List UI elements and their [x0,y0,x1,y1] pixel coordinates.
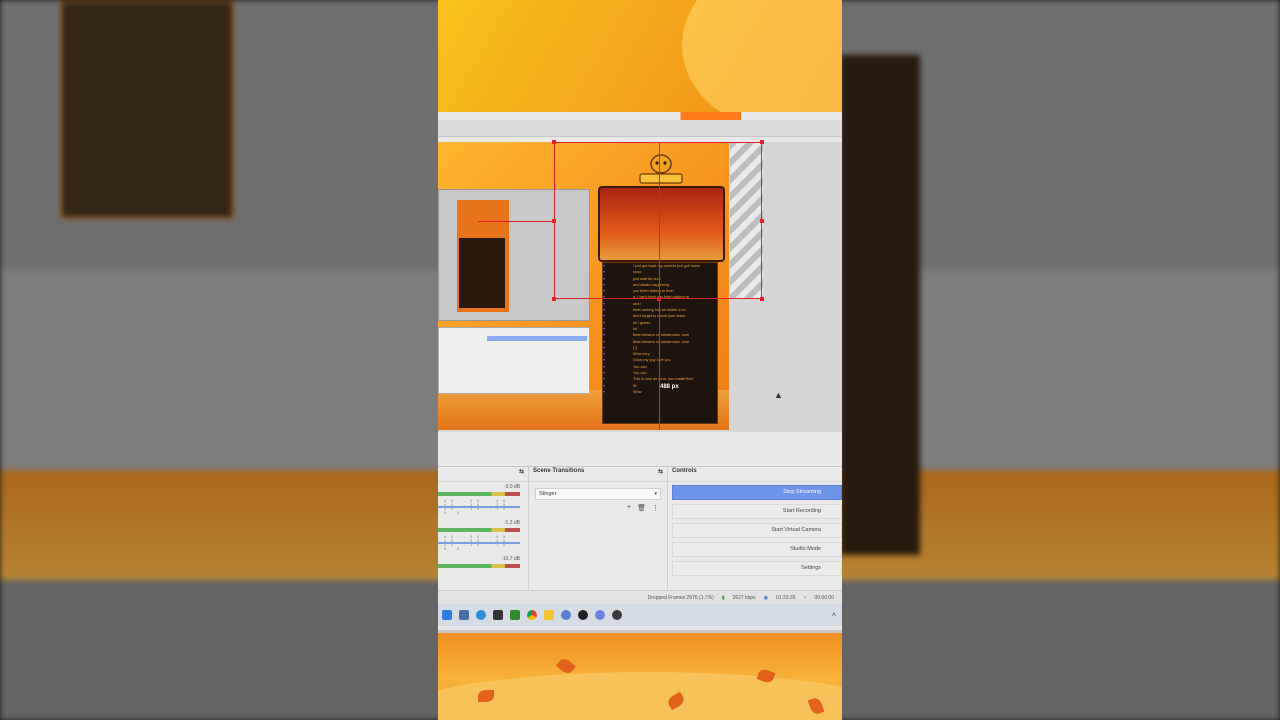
stream-time: 01:23:36 [776,594,796,601]
start-recording-button[interactable]: Start Recording [672,504,842,519]
scene-transitions-header: Scene Transitions ⇆ [529,467,667,482]
obs-window: ♥ I just got back my parents just got ho… [438,120,842,630]
selection-guide-vertical [659,142,660,430]
resize-handle[interactable] [657,297,661,301]
scene-transitions-dock: Scene Transitions ⇆ Stinger ▾ + 🗑 ⋮ [529,467,668,591]
overlay-hill [438,672,842,720]
store-icon[interactable] [493,610,503,620]
resize-handle[interactable] [760,219,764,223]
resize-handle[interactable] [760,140,764,144]
leaf-decoration [478,690,494,702]
media-player-icon[interactable] [612,610,622,620]
status-bar: Dropped Frames 2576 (1.7%) ▮ 2627 kbps ◉… [438,590,842,604]
stream-icon: ◉ [763,594,769,601]
signal-icon: ▮ [721,594,725,601]
background-chat-panel [60,0,234,219]
settings-button[interactable]: Settings [672,561,842,576]
file-explorer-icon[interactable] [459,610,469,620]
audio-mixer-title: ⇆ [438,467,528,482]
taskbar: ˄ [438,604,842,626]
obs-icon[interactable] [578,610,588,620]
dock-menu-icon[interactable]: ⇆ [658,468,663,481]
chat-message: This is cool as heck, you made this? [633,377,694,382]
resize-handle[interactable] [552,219,556,223]
more-options-icon[interactable]: ⋮ [652,504,659,512]
nested-chat [459,238,505,308]
controls-title: Controls [672,468,697,474]
scene-transitions-title: Scene Transitions [533,468,585,474]
trash-icon[interactable]: 🗑 [637,504,646,512]
audio-mixer-dock: ⇆ 0.0 dB -60 -55 -45 -40 -35 -25 -20 -15… [438,467,529,591]
background-chat-panel-right [840,55,920,555]
obs-title-strip [438,120,842,137]
nested-highlight [487,336,587,341]
volume-slider[interactable] [438,506,520,508]
selection-guide-horizontal [478,221,554,222]
start-virtual-camera-button[interactable]: Start Virtual Camera [672,523,842,538]
mixer-db-value: -1.3 dB [503,520,520,526]
obs-preview[interactable]: ♥ I just got back my parents just got ho… [438,140,842,432]
chevron-down-icon: ▾ [654,491,657,497]
overlay-bottom-artwork [438,630,842,720]
chevron-up-icon[interactable]: ˄ [832,612,836,619]
mixer-db-value: -10.7 dB [501,556,520,562]
settings-icon[interactable] [561,610,571,620]
windows-icon[interactable] [442,610,452,620]
volume-meter [438,528,520,532]
dock-menu-icon[interactable]: ⇆ [519,468,524,481]
resize-handle[interactable] [552,297,556,301]
chat-username: ♥ [603,389,606,394]
mixer-channel: -1.3 dB -60 -55 -45 -40 -35 -25 -20 -15 … [438,518,528,554]
controls-dock: Controls Stop Streaming Start Recording … [668,467,842,591]
overlay-top-strip [438,112,842,120]
edge-icon[interactable] [476,610,486,620]
record-icon: ○ [803,594,807,601]
transition-tools: + 🗑 ⋮ [529,504,659,512]
stop-streaming-button[interactable]: Stop Streaming [672,485,842,500]
resize-handle[interactable] [552,140,556,144]
dropped-frames: Dropped Frames 2576 (1.7%) [647,594,714,601]
resize-handle[interactable] [760,297,764,301]
mixer-channel: 0.0 dB -60 -55 -45 -40 -35 -25 -20 -15 -… [438,482,528,518]
size-label: 488 px [660,384,679,390]
xbox-icon[interactable] [510,610,520,620]
studio-mode-button[interactable]: Studio Mode [672,542,842,557]
volume-meter [438,492,520,496]
bitrate: 2627 kbps [732,594,756,601]
record-time: 00:00:00 [814,594,834,601]
add-icon[interactable]: + [627,504,631,512]
overlay-top-artwork [438,0,842,130]
mouse-cursor-icon: ▲ [774,390,783,400]
transition-select[interactable]: Stinger ▾ [535,488,661,500]
obs-docks: ⇆ 0.0 dB -60 -55 -45 -40 -35 -25 -20 -15… [438,466,842,595]
volume-slider[interactable] [438,542,520,544]
mixer-db-value: 0.0 dB [505,484,520,490]
transition-selected: Stinger [539,491,557,497]
mixer-channel: -10.7 dB [438,554,528,590]
folder-icon[interactable] [544,610,554,620]
selection-box[interactable] [554,142,762,299]
video-frame: ♥ I just got back my parents just got ho… [438,0,842,720]
chat-message: Wow [633,389,642,394]
chrome-icon[interactable] [527,610,537,620]
overlay-glow [682,0,842,130]
discord-icon[interactable] [595,610,605,620]
nested-obs-window [438,327,590,394]
chat-message: Best viewers on streamdrax .com [633,339,690,344]
overlay-bottom-border [438,630,842,633]
controls-header: Controls [668,467,842,482]
volume-meter [438,564,520,568]
